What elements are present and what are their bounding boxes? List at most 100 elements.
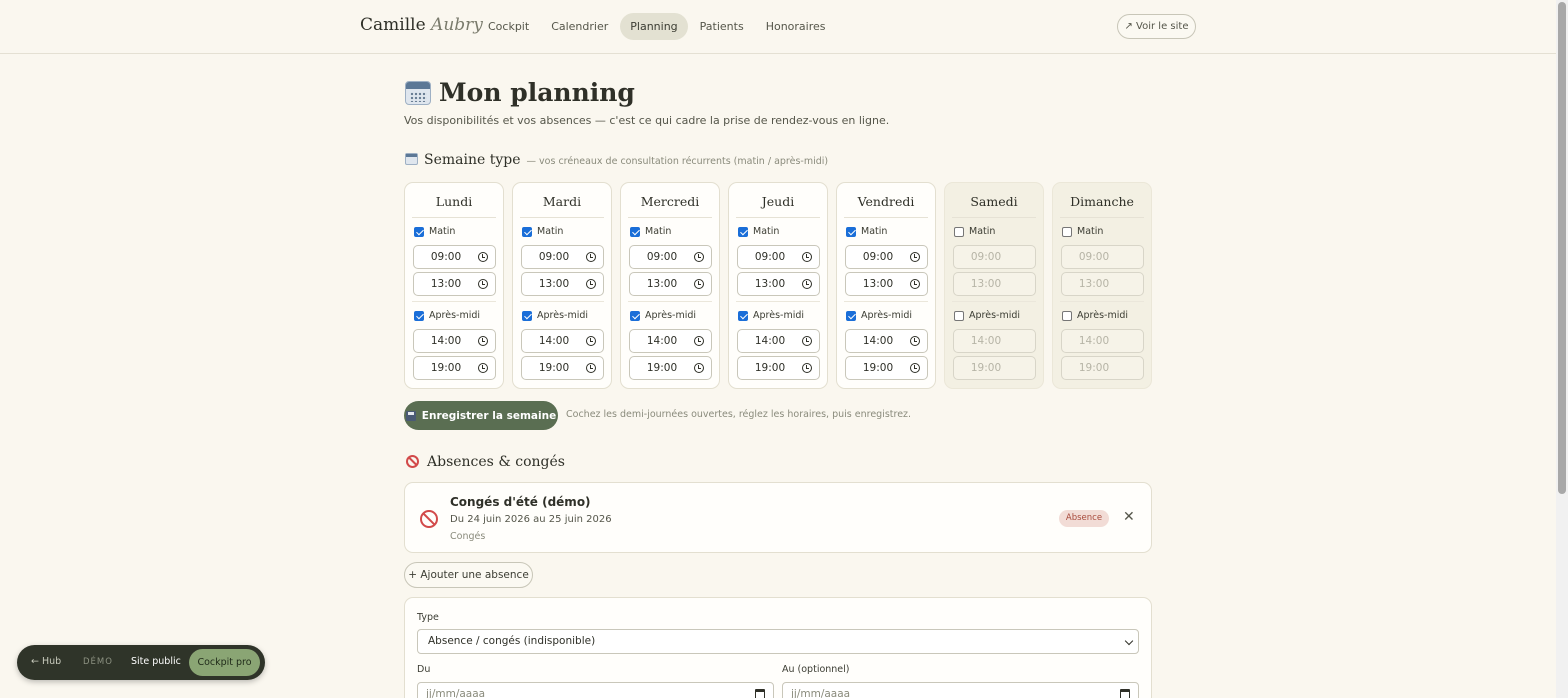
morning-checkbox[interactable] (738, 226, 748, 237)
clock-icon (910, 363, 920, 373)
morning-toggle[interactable]: Matin (1062, 226, 1103, 237)
morning-m_start-input[interactable]: 09:00 (629, 245, 712, 269)
calendar-picker-icon[interactable] (755, 689, 765, 698)
afternoon-a_end-input[interactable]: 19:00 (413, 356, 496, 380)
save-week-button[interactable]: Enregistrer la semaine (404, 401, 558, 430)
morning-toggle[interactable]: Matin (522, 226, 563, 237)
nav-cockpit[interactable]: Cockpit (478, 13, 539, 40)
morning-m_start-input[interactable]: 09:00 (845, 245, 928, 269)
morning-m_start-input[interactable]: 09:00 (1061, 245, 1144, 269)
absence-badge: Absence (1059, 510, 1109, 527)
morning-toggle[interactable]: Matin (630, 226, 671, 237)
morning-m_end-input[interactable]: 13:00 (1061, 272, 1144, 296)
time-value: 19:00 (430, 362, 462, 374)
day-name: Mardi (542, 194, 582, 209)
afternoon-toggle[interactable]: Après-midi (522, 310, 588, 321)
morning-m_end-input[interactable]: 13:00 (737, 272, 820, 296)
absence-item: Congés d'été (démo) Du 24 juin 2026 au 2… (404, 482, 1152, 553)
morning-checkbox[interactable] (954, 226, 964, 237)
afternoon-checkbox[interactable] (630, 310, 640, 321)
morning-m_end-input[interactable]: 13:00 (845, 272, 928, 296)
afternoon-a_start-input[interactable]: 14:00 (953, 329, 1036, 353)
calendar-picker-icon[interactable] (1120, 689, 1130, 698)
scrollbar-thumb[interactable] (1558, 2, 1566, 494)
afternoon-checkbox[interactable] (1062, 310, 1072, 321)
afternoon-checkbox[interactable] (522, 310, 532, 321)
public-site-link[interactable]: Site public (131, 656, 181, 667)
clock-icon (478, 279, 488, 289)
save-week-label: Enregistrer la semaine (421, 409, 557, 422)
absences-section-title: Absences & congés (427, 454, 565, 470)
morning-checkbox[interactable] (522, 226, 532, 237)
nav-planning[interactable]: Planning (620, 13, 688, 40)
day-divider (412, 301, 496, 302)
afternoon-a_end-input[interactable]: 19:00 (521, 356, 604, 380)
morning-m_end-input[interactable]: 13:00 (953, 272, 1036, 296)
to-date-placeholder: jj/mm/aaaa (791, 688, 851, 698)
morning-m_end-input[interactable]: 13:00 (413, 272, 496, 296)
morning-m_start-input[interactable]: 09:00 (953, 245, 1036, 269)
time-value: 14:00 (430, 335, 462, 347)
from-date-input[interactable]: jj/mm/aaaa (417, 682, 774, 698)
morning-m_end-input[interactable]: 13:00 (629, 272, 712, 296)
morning-toggle[interactable]: Matin (954, 226, 995, 237)
add-absence-button[interactable]: + Ajouter une absence (404, 562, 533, 588)
afternoon-checkbox[interactable] (738, 310, 748, 321)
morning-m_start-input[interactable]: 09:00 (413, 245, 496, 269)
afternoon-toggle[interactable]: Après-midi (846, 310, 912, 321)
afternoon-a_end-input[interactable]: 19:00 (845, 356, 928, 380)
afternoon-label: Après-midi (969, 310, 1021, 321)
type-select[interactable]: Absence / congés (indisponible) (417, 629, 1139, 654)
morning-checkbox[interactable] (414, 226, 424, 237)
morning-m_end-input[interactable]: 13:00 (521, 272, 604, 296)
day-card-samedi: Samedi Matin 09:00 13:00 Après-midi 14:00 19:0… (944, 182, 1044, 389)
afternoon-a_end-input[interactable]: 19:00 (629, 356, 712, 380)
time-value: 19:00 (970, 362, 1002, 374)
nav-calendrier[interactable]: Calendrier (541, 13, 618, 40)
delete-absence-button[interactable]: ✕ (1123, 509, 1135, 525)
to-date-input[interactable]: jj/mm/aaaa (782, 682, 1139, 698)
clock-icon (586, 363, 596, 373)
afternoon-a_start-input[interactable]: 14:00 (737, 329, 820, 353)
afternoon-toggle[interactable]: Après-midi (630, 310, 696, 321)
nav-patients[interactable]: Patients (690, 13, 754, 40)
afternoon-a_end-input[interactable]: 19:00 (1061, 356, 1144, 380)
view-site-button[interactable]: ↗ Voir le site (1117, 14, 1196, 39)
afternoon-a_start-input[interactable]: 14:00 (1061, 329, 1144, 353)
morning-toggle[interactable]: Matin (414, 226, 455, 237)
afternoon-checkbox[interactable] (414, 310, 424, 321)
type-select-value: Absence / congés (indisponible) (428, 635, 596, 647)
afternoon-toggle[interactable]: Après-midi (954, 310, 1020, 321)
cockpit-pro-link[interactable]: Cockpit pro (189, 649, 260, 676)
nav-honoraires[interactable]: Honoraires (756, 13, 836, 40)
afternoon-a_start-input[interactable]: 14:00 (629, 329, 712, 353)
clock-icon (910, 336, 920, 346)
clock-icon (694, 363, 704, 373)
brand-logo[interactable]: Camille Aubry (360, 15, 483, 35)
afternoon-a_end-input[interactable]: 19:00 (953, 356, 1036, 380)
afternoon-toggle[interactable]: Après-midi (414, 310, 480, 321)
morning-checkbox[interactable] (846, 226, 856, 237)
afternoon-label: Après-midi (861, 310, 913, 321)
afternoon-toggle[interactable]: Après-midi (1062, 310, 1128, 321)
absence-title: Congés d'été (démo) (450, 495, 591, 509)
morning-toggle[interactable]: Matin (846, 226, 887, 237)
afternoon-a_start-input[interactable]: 14:00 (521, 329, 604, 353)
afternoon-checkbox[interactable] (846, 310, 856, 321)
morning-toggle[interactable]: Matin (738, 226, 779, 237)
time-value: 19:00 (754, 362, 786, 374)
afternoon-a_start-input[interactable]: 14:00 (845, 329, 928, 353)
afternoon-a_start-input[interactable]: 14:00 (413, 329, 496, 353)
afternoon-checkbox[interactable] (954, 310, 964, 321)
morning-checkbox[interactable] (1062, 226, 1072, 237)
time-value: 19:00 (538, 362, 570, 374)
chevron-down-icon (1124, 636, 1134, 646)
morning-checkbox[interactable] (630, 226, 640, 237)
time-value: 13:00 (1078, 278, 1110, 290)
hub-link[interactable]: ← Hub (31, 656, 61, 667)
morning-m_start-input[interactable]: 09:00 (737, 245, 820, 269)
afternoon-toggle[interactable]: Après-midi (738, 310, 804, 321)
from-date-placeholder: jj/mm/aaaa (426, 688, 486, 698)
morning-m_start-input[interactable]: 09:00 (521, 245, 604, 269)
afternoon-a_end-input[interactable]: 19:00 (737, 356, 820, 380)
